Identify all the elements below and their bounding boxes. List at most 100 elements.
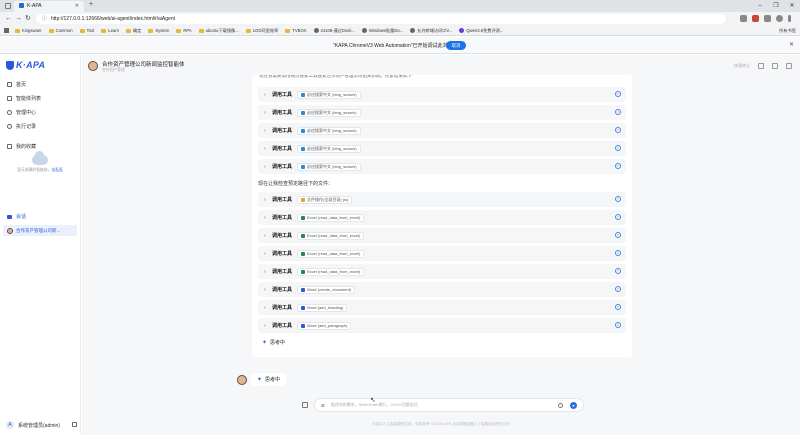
minimize-icon[interactable]: –: [752, 0, 768, 12]
check-icon: ✓: [615, 304, 621, 310]
infobar-close-icon[interactable]: ✕: [789, 41, 794, 48]
address-bar-row: ← → ↻ ⓘ http://127.0.0.1:12666/web/ai-age…: [0, 12, 800, 26]
thinking-bubble-row: ✦ 思考中: [237, 373, 287, 386]
transfer-link[interactable]: 快速转让: [734, 63, 750, 69]
globe-icon: [410, 28, 416, 33]
sidebar-item-records[interactable]: 执行记录: [7, 121, 77, 131]
maximize-icon[interactable]: ❐: [768, 0, 784, 12]
sidebar-item-favorites[interactable]: 我的收藏: [7, 141, 77, 151]
user-avatar: A: [6, 421, 14, 429]
folder-icon: [176, 28, 182, 33]
bookmark-item[interactable]: Qwen3.5免费评测...: [459, 28, 503, 34]
bookmark-item[interactable]: TVBOX: [285, 28, 307, 33]
chevron-right-icon: ›: [264, 109, 266, 116]
thinking-bubble: ✦ 思考中: [251, 373, 287, 386]
extension-icon[interactable]: [752, 15, 759, 22]
url-text: http://127.0.0.1:12666/web/ai-agent/inde…: [51, 16, 175, 22]
search-icon[interactable]: [772, 63, 778, 69]
tool-call-row[interactable]: › 调用工具 Word (add_paragraph) ✓: [258, 318, 626, 333]
home-icon: [7, 81, 12, 87]
user-name: 系统管理员(admin): [18, 422, 60, 429]
gear-icon: [7, 109, 12, 115]
excel-icon: [301, 233, 306, 238]
collapse-sidebar-icon[interactable]: [72, 422, 77, 427]
infobar-cancel-button[interactable]: 取消: [446, 41, 466, 50]
page-subtitle: 合作资产管理: [102, 68, 125, 72]
window-close-icon[interactable]: ✕: [784, 0, 800, 12]
chevron-right-icon: ›: [264, 286, 266, 293]
tab-actions-icon[interactable]: [5, 3, 11, 9]
bookmark-item[interactable]: LOG阿里效率: [245, 28, 278, 34]
back-icon[interactable]: ←: [5, 14, 12, 24]
new-tab-icon[interactable]: +: [89, 1, 93, 8]
chat-entry[interactable]: 合作资产管理公司新...: [3, 225, 77, 236]
tool-call-row[interactable]: › 调用工具 必应搜索中文 (bing_search) ✓: [258, 105, 626, 120]
bookmark-item[interactable]: Learn: [101, 28, 119, 33]
reload-icon[interactable]: ↻: [25, 14, 31, 24]
folder-icon: [198, 28, 204, 33]
bookmark-item[interactable]: RPA: [176, 28, 192, 33]
user-bar[interactable]: A 系统管理员(admin): [0, 415, 81, 435]
menu-kebab-icon[interactable]: [788, 15, 791, 22]
clear-chat-icon[interactable]: [302, 402, 308, 408]
extensions-puzzle-icon[interactable]: [764, 15, 771, 22]
bing-icon: [301, 92, 306, 97]
chevron-right-icon: ›: [264, 268, 266, 275]
message-paragraph: 现在让我检查预定路径下的文件：: [258, 181, 334, 187]
mouse-cursor-icon: ↖: [370, 397, 376, 404]
history-icon[interactable]: [758, 63, 764, 69]
tool-call-row[interactable]: › 调用工具 必应搜索中文 (bing_search) ✓: [258, 87, 626, 102]
tool-call-row[interactable]: › 调用工具 Word (create_document) ✓: [258, 282, 626, 297]
sidebar-item-home[interactable]: 首页: [7, 79, 77, 89]
tool-call-row[interactable]: › 调用工具 必应搜索中文 (bing_search) ✓: [258, 159, 626, 174]
profile-icon[interactable]: [776, 15, 783, 22]
settings-icon[interactable]: [558, 403, 563, 408]
agent-avatar: [88, 61, 98, 71]
tool-call-row[interactable]: › 调用工具 Excel (read_data_from_excel) ✓: [258, 264, 626, 279]
bookmark-item[interactable]: System: [148, 28, 169, 33]
bookmark-item[interactable]: 确定: [125, 28, 141, 34]
tab-favicon-icon: [19, 3, 24, 8]
tool-call-row[interactable]: › 调用工具 必应搜索中文 (bing_search) ✓: [258, 123, 626, 138]
thinking-indicator: ✦ 思考中: [262, 340, 286, 346]
send-button[interactable]: ➤: [570, 402, 577, 409]
check-icon: ✓: [615, 91, 621, 97]
bookmark-item[interactable]: 24108-通过Dock...: [313, 28, 355, 34]
tool-call-row[interactable]: › 调用工具 必应搜索中文 (bing_search) ✓: [258, 141, 626, 156]
check-icon: ✓: [615, 163, 621, 169]
folder-icon: [15, 28, 20, 33]
chevron-right-icon: ›: [264, 232, 266, 239]
tool-call-row[interactable]: › 调用工具 Excel (read_data_from_excel) ✓: [258, 210, 626, 225]
sidebar-item-management[interactable]: 管理中心: [7, 107, 77, 117]
bookmark-item[interactable]: Kingsware: [15, 28, 42, 33]
check-icon: ✓: [615, 232, 621, 238]
all-bookmarks[interactable]: 所有书签: [779, 28, 796, 34]
browse-link[interactable]: 去逛逛: [51, 168, 62, 172]
tool-call-row[interactable]: › 调用工具 Excel (read_data_from_excel) ✓: [258, 228, 626, 243]
check-icon: ✓: [615, 109, 621, 115]
chevron-right-icon: ›: [264, 127, 266, 134]
expand-icon[interactable]: [786, 63, 792, 69]
attach-icon[interactable]: ⌀: [321, 402, 325, 409]
tab-close-icon[interactable]: ✕: [75, 3, 79, 9]
bookmarks-bar: Kingsware Common Tool Learn 确定 System RP…: [0, 26, 800, 36]
extension-icon[interactable]: [740, 15, 747, 22]
forward-icon[interactable]: →: [15, 14, 22, 24]
word-icon: [301, 287, 306, 292]
tool-call-row[interactable]: › 调用工具 Word (add_heading) ✓: [258, 300, 626, 315]
debug-infobar: "KAPA ChromeV3 Web Automation"已开始调试此浏览器 …: [0, 37, 800, 54]
bookmark-item[interactable]: ubuntu下载镜像...: [198, 28, 239, 34]
tool-call-row[interactable]: › 调用工具 Excel (read_data_from_excel) ✓: [258, 246, 626, 261]
url-input[interactable]: ⓘ http://127.0.0.1:12666/web/ai-agent/ind…: [36, 14, 726, 24]
sidebar-item-agents[interactable]: 智能体列表: [7, 93, 77, 103]
site-info-icon[interactable]: ⓘ: [42, 16, 47, 22]
bookmark-item[interactable]: Common: [48, 28, 73, 33]
chevron-right-icon: ›: [264, 163, 266, 170]
bookmark-item[interactable]: 允许跨域访问Chr...: [410, 28, 452, 34]
chat-input[interactable]: ⌀ 描述你的需求，Shift+Enter换行，Ctrl+K切换会话 ➤: [314, 398, 584, 412]
apps-grid-icon[interactable]: [4, 28, 9, 33]
browser-tab[interactable]: K-APA ✕: [14, 1, 84, 12]
tool-call-row[interactable]: › 调用工具 文件操作(全部目录) (ls) ✓: [258, 192, 626, 207]
bookmark-item[interactable]: Windows批量Do...: [361, 28, 403, 34]
bookmark-item[interactable]: Tool: [79, 28, 94, 33]
